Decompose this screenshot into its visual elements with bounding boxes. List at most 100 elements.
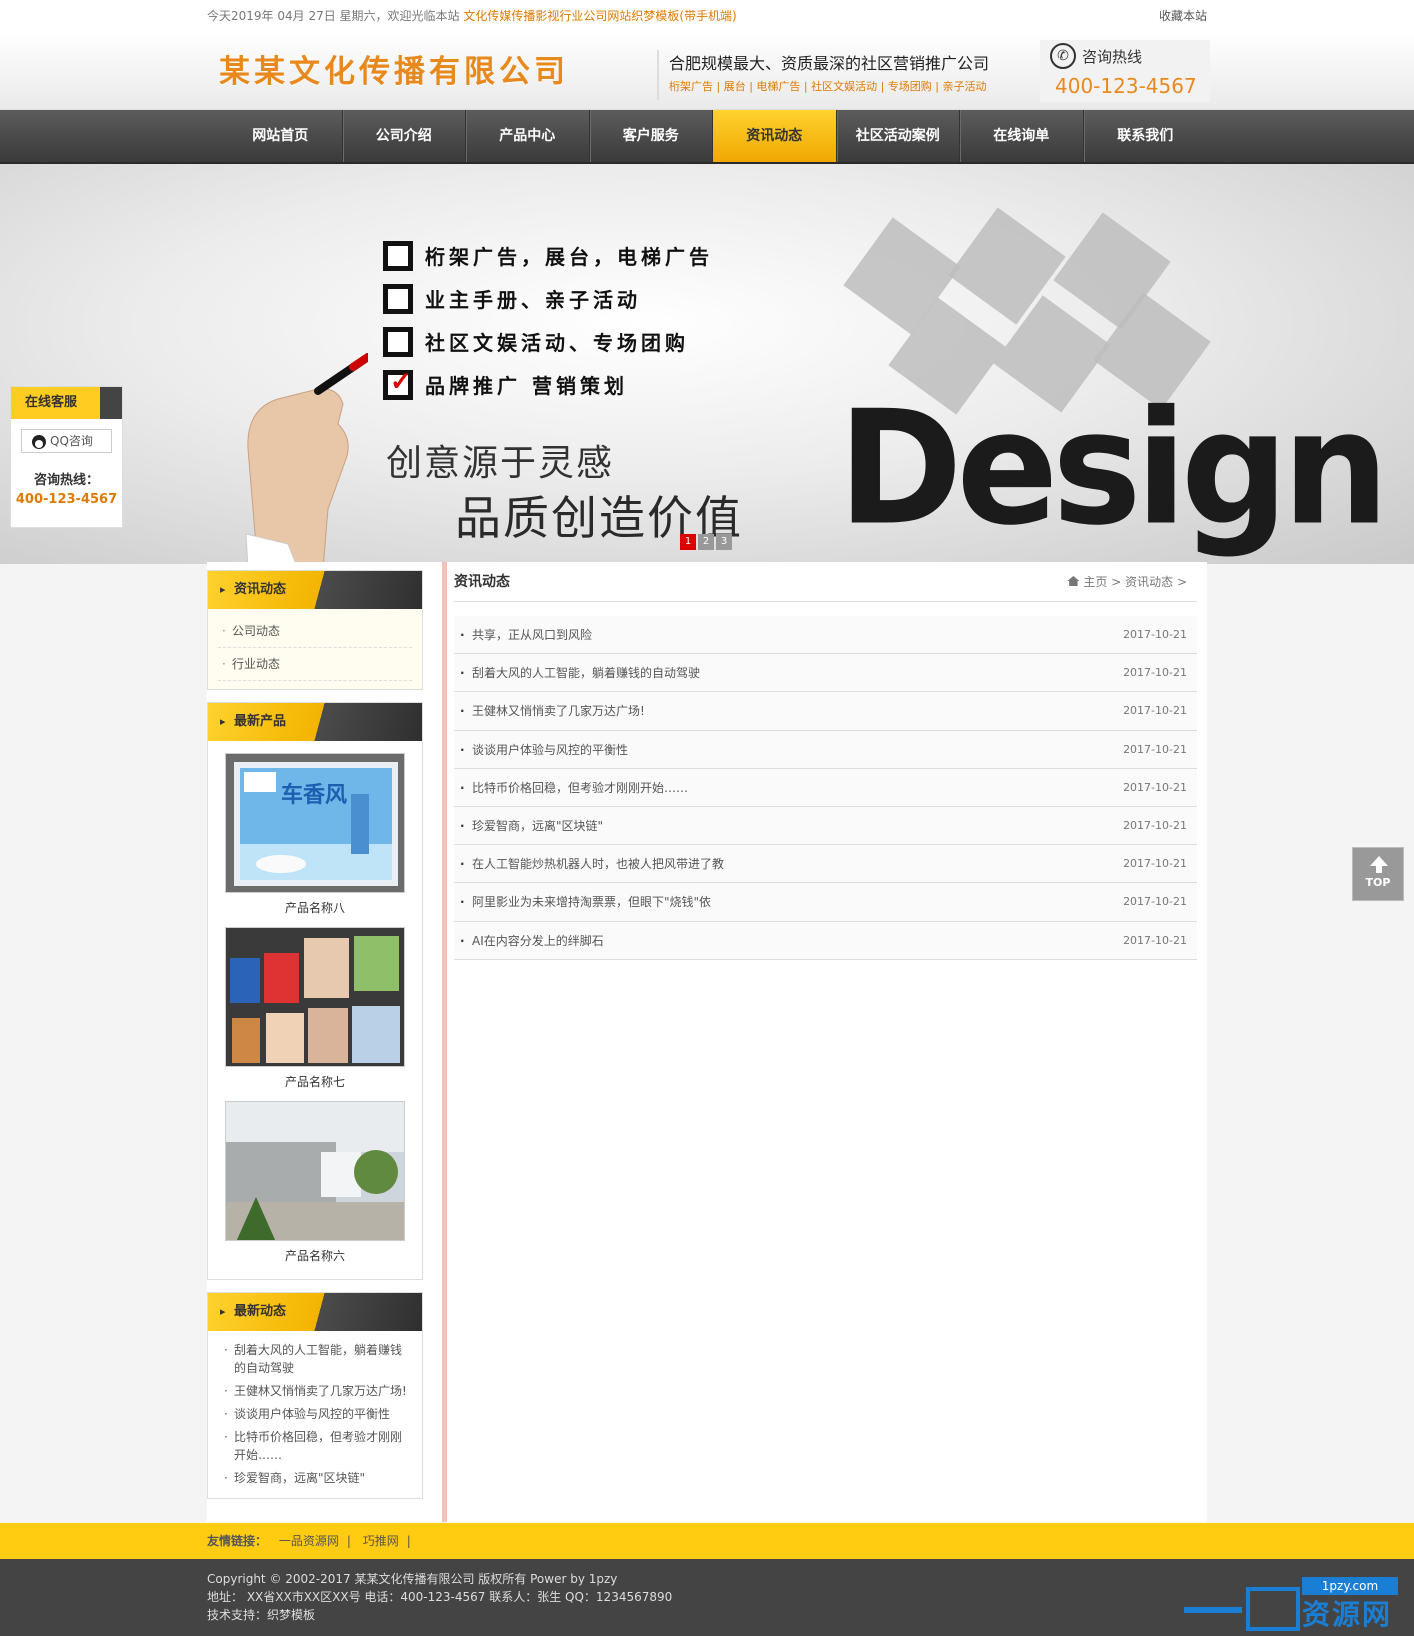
article-title[interactable]: 刮着大风的人工智能，躺着赚钱的自动驾驶: [472, 666, 700, 680]
nav-inquiry[interactable]: 在线询单: [960, 110, 1084, 162]
slogan-main: 合肥规模最大、资质最深的社区营销推广公司: [669, 54, 990, 73]
nav-cases[interactable]: 社区活动案例: [837, 110, 960, 162]
product-card[interactable]: 车香风 产品名称八: [208, 741, 422, 927]
logo[interactable]: 某某文化传播有限公司: [219, 46, 569, 91]
nav-products[interactable]: 产品中心: [466, 110, 590, 162]
sidebar: 资讯动态 公司动态 行业动态 最新产品 车香风: [207, 570, 423, 1511]
slogan: 合肥规模最大、资质最深的社区营销推广公司 桁架广告 | 展台 | 电梯广告 | …: [657, 50, 989, 100]
article-row[interactable]: 阿里影业为未来增持淘票票，但眼下"烧钱"依 2017-10-21: [454, 883, 1197, 922]
article-title[interactable]: 珍爱智商，远离"区块链": [472, 819, 603, 833]
brand-watermark: 1pzy.com 资源网: [1182, 1577, 1402, 1635]
hotline: ✆ 咨询热线 400-123-4567: [1040, 40, 1210, 102]
footer: Copyright © 2002-2017 某某文化传播有限公司 版权所有 Po…: [0, 1559, 1414, 1636]
article-row[interactable]: 共享，正从风口到风险 2017-10-21: [454, 616, 1197, 655]
main-nav: 网站首页 公司介绍 产品中心 客户服务 资讯动态 社区活动案例 在线询单 联系我…: [0, 110, 1414, 164]
news-item[interactable]: 谈谈用户体验与风控的平衡性: [222, 1405, 410, 1423]
main-area: 资讯动态 公司动态 行业动态 最新产品 车香风: [207, 562, 1207, 1522]
latest-products-box: 最新产品 车香风 产品名称八: [207, 702, 423, 1280]
online-service-title: 在线客服: [11, 387, 122, 419]
news-item[interactable]: 珍爱智商，远离"区块链": [222, 1469, 410, 1487]
hotline-label: 咨询热线: [1082, 48, 1143, 66]
service-hotline-number: 400-123-4567: [15, 492, 118, 507]
brand-name: 资源网: [1302, 1598, 1393, 1631]
slide-dot[interactable]: 1: [680, 534, 696, 550]
slide-pager: 1 2 3: [680, 534, 732, 550]
product-image[interactable]: [225, 927, 405, 1067]
home-icon: [1067, 576, 1080, 586]
news-item[interactable]: 王健林又悄悄卖了几家万达广场!: [222, 1382, 410, 1400]
qq-consult-button[interactable]: QQ咨询: [21, 429, 112, 453]
favorite-link[interactable]: 收藏本站: [1159, 0, 1207, 32]
article-title[interactable]: 比特币价格回稳，但考验才刚刚开始……: [472, 781, 688, 795]
slide-dot[interactable]: 2: [698, 534, 714, 550]
product-card[interactable]: 产品名称七: [208, 927, 422, 1101]
friend-link[interactable]: 一品资源网: [279, 1534, 339, 1548]
latest-news-title: 最新动态: [208, 1293, 422, 1331]
article-date: 2017-10-21: [1123, 704, 1187, 718]
slogan-sub: 桁架广告 | 展台 | 电梯广告 | 社区文娱活动 | 专场团购 | 亲子活动: [669, 80, 987, 93]
friend-link[interactable]: 巧推网: [363, 1534, 399, 1548]
checklist-item: 桁架广告，展台，电梯广告: [383, 234, 713, 277]
product-name[interactable]: 产品名称八: [208, 893, 422, 927]
article-title[interactable]: 王健林又悄悄卖了几家万达广场!: [472, 704, 645, 718]
breadcrumb-separator: >: [1111, 575, 1122, 589]
breadcrumb: 主页 > 资讯动态 >: [1067, 562, 1187, 602]
banner: 桁架广告，展台，电梯广告 业主手册、亲子活动 社区文娱活动、专场团购 ✓ 品牌推广…: [0, 164, 1414, 564]
news-item[interactable]: 比特币价格回稳，但考验才刚刚开始……: [222, 1428, 410, 1464]
feature-checklist: 桁架广告，展台，电梯广告 业主手册、亲子活动 社区文娱活动、专场团购 ✓ 品牌推广…: [383, 234, 713, 406]
article-row[interactable]: 比特币价格回稳，但考验才刚刚开始…… 2017-10-21: [454, 768, 1197, 807]
nav-service[interactable]: 客户服务: [590, 110, 713, 162]
latest-news-box: 最新动态 刮着大风的人工智能，躺着赚钱的自动驾驶 王健林又悄悄卖了几家万达广场!…: [207, 1292, 423, 1499]
article-date: 2017-10-21: [1123, 857, 1187, 871]
hotline-number: 400-123-4567: [1055, 74, 1197, 98]
article-title[interactable]: AI在内容分发上的绊脚石: [472, 934, 604, 948]
product-image[interactable]: 车香风: [225, 753, 405, 893]
article-row[interactable]: 珍爱智商，远离"区块链" 2017-10-21: [454, 806, 1197, 846]
site-title-link[interactable]: 文化传媒传播影视行业公司网站织梦模板(带手机端): [463, 9, 736, 23]
product-name[interactable]: 产品名称七: [208, 1067, 422, 1101]
article-title[interactable]: 共享，正从风口到风险: [472, 628, 592, 642]
article-row[interactable]: 刮着大风的人工智能，躺着赚钱的自动驾驶 2017-10-21: [454, 654, 1197, 693]
hand-pen-illustration: [245, 353, 368, 564]
product-card[interactable]: 产品名称六: [208, 1101, 422, 1275]
category-item[interactable]: 公司动态: [218, 615, 412, 648]
article-date: 2017-10-21: [1123, 666, 1187, 680]
svg-text:车香风: 车香风: [281, 782, 347, 808]
address-text: 地址： XX省XX市XX区XX号 电话：400-123-4567 联系人：张生 …: [207, 1590, 673, 1604]
breadcrumb-separator: >: [1176, 575, 1187, 589]
phone-icon: ✆: [1050, 43, 1076, 69]
article-row[interactable]: AI在内容分发上的绊脚石 2017-10-21: [454, 921, 1197, 960]
category-title: 资讯动态: [208, 571, 422, 609]
article-row[interactable]: 谈谈用户体验与风控的平衡性 2017-10-21: [454, 730, 1197, 769]
article-title[interactable]: 在人工智能炒热机器人时，也被人把风带进了教: [472, 857, 724, 871]
article-title[interactable]: 阿里影业为未来增持淘票票，但眼下"烧钱"依: [472, 895, 711, 909]
banner-slogan-1: 创意源于灵感: [386, 443, 615, 484]
column-divider: [442, 562, 447, 1522]
nav-contact[interactable]: 联系我们: [1084, 110, 1207, 162]
design-word: Design: [838, 377, 1389, 561]
checked-box-icon: ✓: [383, 367, 413, 400]
nav-about[interactable]: 公司介绍: [343, 110, 466, 162]
breadcrumb-home[interactable]: 主页: [1083, 575, 1107, 589]
article-title[interactable]: 谈谈用户体验与风控的平衡性: [472, 743, 628, 757]
checklist-item: 社区文娱活动、专场团购: [383, 320, 713, 363]
back-to-top-button[interactable]: TOP: [1352, 847, 1404, 901]
slide-dot[interactable]: 3: [716, 534, 732, 550]
article-row[interactable]: 在人工智能炒热机器人时，也被人把风带进了教 2017-10-21: [454, 845, 1197, 884]
article-date: 2017-10-21: [1123, 742, 1187, 756]
product-name[interactable]: 产品名称六: [208, 1241, 422, 1275]
news-item[interactable]: 刮着大风的人工智能，躺着赚钱的自动驾驶: [222, 1341, 410, 1377]
checkbox-icon: [383, 326, 413, 357]
product-image[interactable]: [225, 1101, 405, 1241]
category-item[interactable]: 行业动态: [218, 648, 412, 681]
checkbox-icon: [383, 283, 413, 314]
friend-links-label: 友情链接：: [207, 1534, 268, 1548]
article-list: 共享，正从风口到风险 2017-10-21 刮着大风的人工智能，躺着赚钱的自动驾驶…: [454, 616, 1197, 960]
nav-home[interactable]: 网站首页: [219, 110, 343, 162]
breadcrumb-current[interactable]: 资讯动态: [1125, 575, 1173, 589]
welcome-text: 今天2019年 04月 27日 星期六，欢迎光临本站: [207, 9, 460, 23]
article-row[interactable]: 王健林又悄悄卖了几家万达广场! 2017-10-21: [454, 692, 1197, 731]
nav-news[interactable]: 资讯动态: [713, 110, 837, 162]
category-box: 资讯动态 公司动态 行业动态: [207, 570, 423, 690]
header: 某某文化传播有限公司 合肥规模最大、资质最深的社区营销推广公司 桁架广告 | 展…: [0, 32, 1414, 110]
